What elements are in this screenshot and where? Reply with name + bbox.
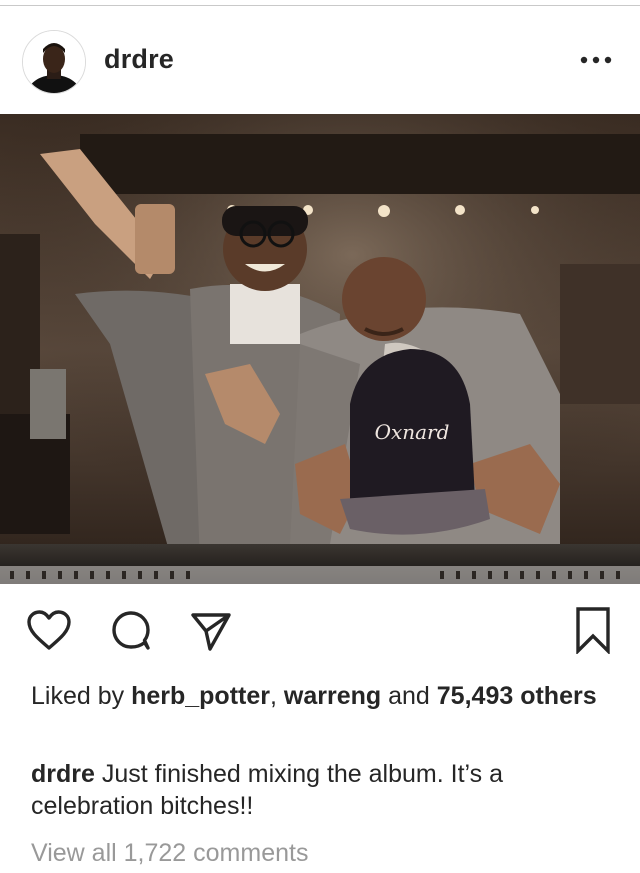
liker-username-2[interactable]: warreng [284,682,381,710]
avatar[interactable] [22,30,86,94]
likes-count[interactable]: 75,493 [437,682,513,710]
liker-username-1[interactable]: herb_potter [131,682,270,710]
comment-button[interactable] [106,605,156,655]
instagram-post: drdre Oxnard Liked by herb_potter, warre… [0,0,640,873]
post-caption: drdre Just finished mixing the album. It… [31,758,611,822]
likes-conjunction: and [388,682,430,710]
post-header: drdre [0,28,640,94]
post-photo[interactable]: Oxnard [0,114,640,584]
caption-author[interactable]: drdre [31,760,95,788]
likes-separator: , [269,682,277,710]
divider [0,5,640,6]
heart-icon [27,610,71,650]
comment-icon [112,611,150,650]
like-button[interactable] [24,605,74,655]
bookmark-icon [576,607,610,654]
caption-text: Just finished mixing the album. It’s a c… [31,760,503,820]
save-button[interactable] [568,605,618,655]
likes-suffix[interactable]: others [520,682,596,710]
view-all-comments-link[interactable]: View all 1,722 comments [31,837,308,869]
share-button[interactable] [186,605,236,655]
likes-prefix: Liked by [31,682,125,710]
send-icon [191,613,231,651]
post-username[interactable]: drdre [104,44,174,75]
post-actions [0,605,640,659]
more-horizontal-icon[interactable] [580,52,612,68]
cap-logo-text: Oxnard [375,420,450,444]
likes-summary: Liked by herb_potter, warreng and 75,493… [31,680,611,712]
